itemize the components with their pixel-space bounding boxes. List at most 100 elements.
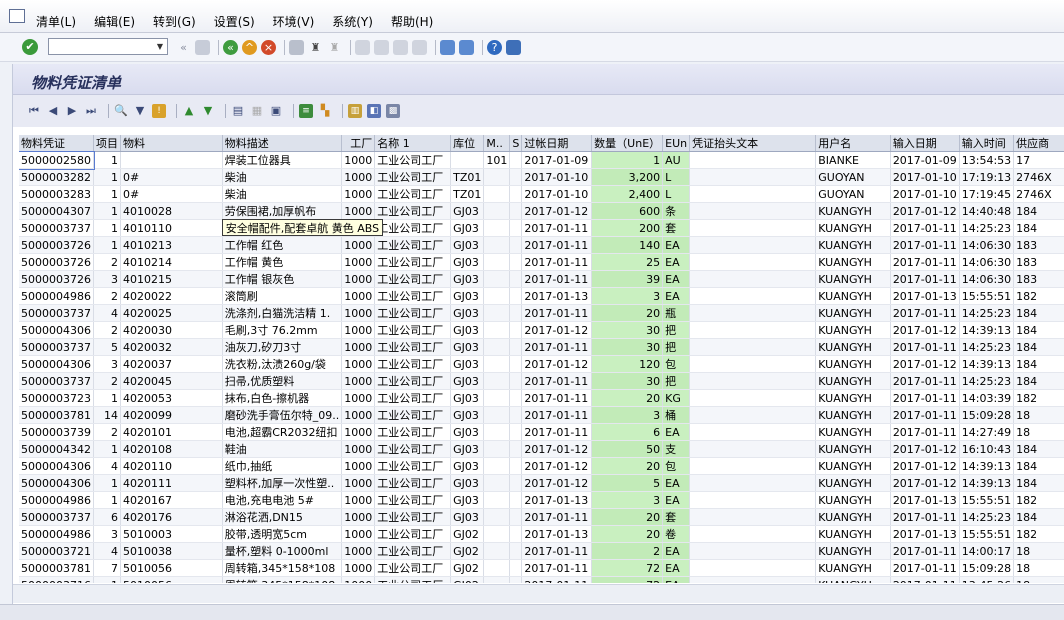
- table-cell[interactable]: 2017-01-11: [890, 372, 960, 390]
- table-cell[interactable]: 2: [93, 253, 121, 271]
- table-cell[interactable]: 5000003716: [19, 576, 94, 583]
- table-cell[interactable]: 2: [93, 287, 121, 305]
- table-cell[interactable]: 4020101: [120, 423, 223, 441]
- table-cell[interactable]: 胶带,透明宽5cm: [222, 525, 343, 543]
- table-cell[interactable]: 1: [93, 491, 121, 509]
- table-cell[interactable]: 5000004342: [19, 440, 94, 458]
- save-layout-icon[interactable]: ▩: [386, 104, 400, 118]
- table-cell[interactable]: KUANGYH: [815, 576, 891, 583]
- table-cell[interactable]: [689, 440, 817, 458]
- table-cell[interactable]: 2017-01-13: [890, 491, 960, 509]
- table-cell[interactable]: 1000: [341, 372, 376, 390]
- table-cell[interactable]: 600: [591, 202, 664, 220]
- table-cell[interactable]: GJ03: [450, 423, 485, 441]
- details-icon[interactable]: 🔍: [114, 104, 128, 118]
- menu-item[interactable]: 环境(V): [273, 13, 315, 30]
- table-cell[interactable]: 2017-01-11: [890, 389, 960, 407]
- table-cell[interactable]: 13:45:26: [959, 576, 1015, 583]
- table-cell[interactable]: KUANGYH: [815, 304, 891, 322]
- table-cell[interactable]: [509, 321, 523, 339]
- table-cell[interactable]: 1000: [341, 406, 376, 424]
- table-cell[interactable]: KUANGYH: [815, 491, 891, 509]
- table-cell[interactable]: 120: [591, 355, 664, 373]
- column-header[interactable]: EUn: [662, 135, 691, 152]
- table-cell[interactable]: 2017-01-12: [890, 321, 960, 339]
- table-cell[interactable]: 4020167: [120, 491, 223, 509]
- table-cell[interactable]: 182: [1013, 525, 1064, 543]
- table-cell[interactable]: 电池,超霸CR2032纽扣: [222, 423, 343, 441]
- cancel-icon[interactable]: ×: [261, 40, 276, 55]
- table-row[interactable]: 5000003737 6 4020176 淋浴花洒,DN15 1000 工业公司工厂 GJ0…: [19, 508, 1064, 526]
- table-cell[interactable]: GJ03: [450, 338, 485, 356]
- column-header[interactable]: 输入日期: [890, 135, 960, 152]
- table-cell[interactable]: KUANGYH: [815, 423, 891, 441]
- table-cell[interactable]: [689, 338, 817, 356]
- table-cell[interactable]: 1000: [341, 508, 376, 526]
- table-cell[interactable]: 20: [591, 304, 664, 322]
- table-cell[interactable]: [509, 355, 523, 373]
- table-cell[interactable]: 184: [1013, 440, 1064, 458]
- table-cell[interactable]: 1000: [341, 287, 376, 305]
- table-cell[interactable]: 15:55:51: [959, 287, 1015, 305]
- table-cell[interactable]: 2017-01-11: [521, 423, 593, 441]
- table-cell[interactable]: 15:55:51: [959, 491, 1015, 509]
- table-cell[interactable]: 50: [591, 440, 664, 458]
- table-cell[interactable]: 4010110: [120, 219, 223, 237]
- table-cell[interactable]: 把: [662, 338, 691, 356]
- table-cell[interactable]: 纸巾,抽纸: [222, 457, 343, 475]
- table-cell[interactable]: TZ01: [450, 185, 485, 203]
- table-cell[interactable]: EA: [662, 542, 691, 560]
- table-cell[interactable]: 3: [591, 491, 664, 509]
- table-cell[interactable]: 2017-01-11: [890, 406, 960, 424]
- table-cell[interactable]: [483, 219, 511, 237]
- table-cell[interactable]: 4: [93, 304, 121, 322]
- table-cell[interactable]: 1000: [341, 151, 376, 169]
- column-header[interactable]: 库位: [450, 135, 485, 152]
- table-cell[interactable]: 2017-01-11: [521, 270, 593, 288]
- table-cell[interactable]: [450, 151, 485, 169]
- table-cell[interactable]: 1: [93, 151, 121, 169]
- table-cell[interactable]: [483, 491, 511, 509]
- table-cell[interactable]: 2017-01-12: [521, 202, 593, 220]
- table-cell[interactable]: [483, 474, 511, 492]
- table-row[interactable]: 5000003721 4 5010038 量杯,塑料 0-1000ml 1000 工业公司…: [19, 542, 1064, 560]
- table-cell[interactable]: [689, 474, 817, 492]
- table-cell[interactable]: 1000: [341, 185, 376, 203]
- table-cell[interactable]: 2017-01-11: [890, 559, 960, 577]
- table-cell[interactable]: KUANGYH: [815, 355, 891, 373]
- table-cell[interactable]: 4020053: [120, 389, 223, 407]
- layout-menu-icon[interactable]: [506, 40, 521, 55]
- column-header[interactable]: S: [509, 135, 523, 152]
- table-cell[interactable]: 工业公司工厂: [374, 151, 452, 169]
- table-cell[interactable]: 184: [1013, 338, 1064, 356]
- table-cell[interactable]: [483, 185, 511, 203]
- table-cell[interactable]: 1000: [341, 304, 376, 322]
- table-cell[interactable]: 2,400: [591, 185, 664, 203]
- table-cell[interactable]: L: [662, 168, 691, 186]
- table-cell[interactable]: 14:25:23: [959, 304, 1015, 322]
- table-cell[interactable]: [483, 236, 511, 254]
- table-cell[interactable]: [689, 151, 817, 169]
- table-cell[interactable]: [689, 304, 817, 322]
- menu-item[interactable]: 编辑(E): [94, 13, 135, 30]
- table-cell[interactable]: 5000003737: [19, 508, 94, 526]
- table-row[interactable]: 5000002580 1 焊装工位器具 1000 工业公司工厂 101 2017-01-09…: [19, 150, 1064, 170]
- export-icon[interactable]: ≡: [299, 104, 313, 118]
- table-cell[interactable]: [509, 185, 523, 203]
- table-cell[interactable]: 2017-01-11: [890, 253, 960, 271]
- table-cell[interactable]: 4010028: [120, 202, 223, 220]
- table-cell[interactable]: [483, 440, 511, 458]
- table-cell[interactable]: [689, 406, 817, 424]
- back-icon[interactable]: «: [223, 40, 238, 55]
- table-cell[interactable]: [483, 321, 511, 339]
- table-cell[interactable]: KUANGYH: [815, 219, 891, 237]
- table-cell[interactable]: 2017-01-09: [521, 151, 593, 169]
- table-cell[interactable]: [483, 270, 511, 288]
- table-cell[interactable]: 5000003723: [19, 389, 94, 407]
- table-cell[interactable]: 2017-01-11: [521, 576, 593, 583]
- table-cell[interactable]: 20: [591, 508, 664, 526]
- table-cell[interactable]: 2017-01-13: [890, 287, 960, 305]
- table-cell[interactable]: KUANGYH: [815, 270, 891, 288]
- table-cell[interactable]: 支: [662, 440, 691, 458]
- table-cell[interactable]: KUANGYH: [815, 372, 891, 390]
